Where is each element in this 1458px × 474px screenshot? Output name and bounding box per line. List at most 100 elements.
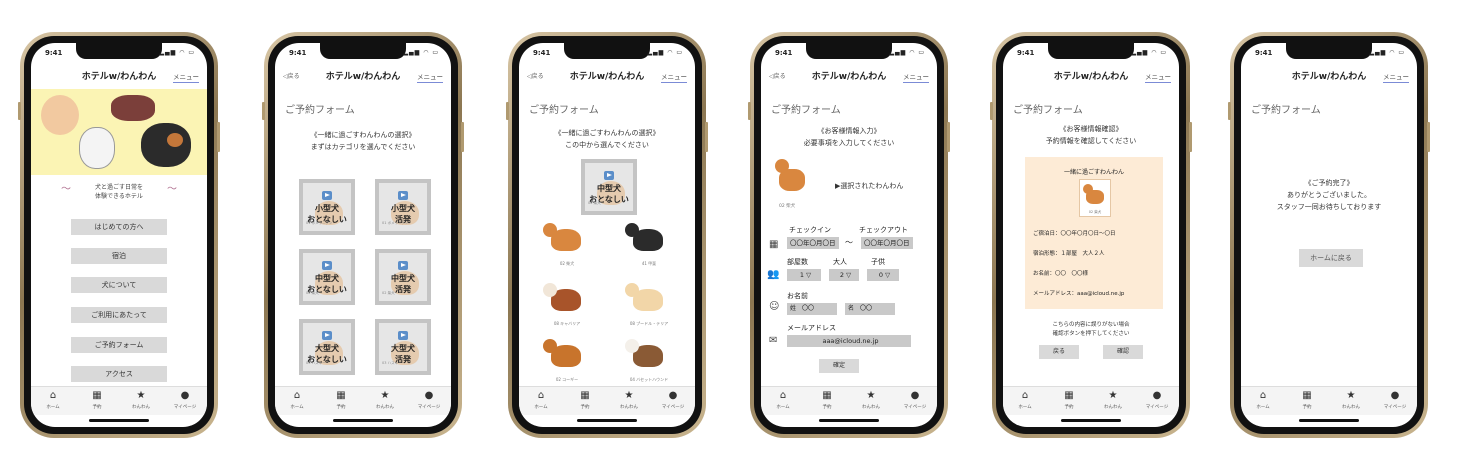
checkin-date-field[interactable]: 〇〇年〇月〇日 bbox=[787, 237, 839, 249]
tab-home[interactable]: ⌂ ホーム bbox=[277, 387, 317, 415]
selected-dog-label[interactable]: ▶選択されたわんわん bbox=[835, 181, 903, 191]
tab-home[interactable]: ⌂ ホーム bbox=[521, 387, 561, 415]
smile-icon: ☺ bbox=[769, 301, 780, 312]
tab-mypage[interactable]: ● マイページ bbox=[1137, 387, 1177, 415]
tab-wanwan[interactable]: ★ わんわん bbox=[1331, 387, 1371, 415]
status-time: 9:41 bbox=[1017, 49, 1035, 57]
tab-reserve[interactable]: ▦ 予約 bbox=[807, 387, 847, 415]
home-icon: ⌂ bbox=[537, 390, 545, 401]
tab-wanwan[interactable]: ★ わんわん bbox=[365, 387, 405, 415]
tab-mypage[interactable]: ● マイページ bbox=[409, 387, 449, 415]
dog-option-shiba[interactable]: 02 柴犬 bbox=[537, 219, 597, 269]
menu-button[interactable]: メニュー bbox=[903, 71, 929, 83]
category-tile-small-active[interactable]: 小型犬 活発 01 ポメラニアン bbox=[375, 179, 431, 235]
star-icon: ★ bbox=[624, 390, 634, 401]
tab-reserve[interactable]: ▦ 予約 bbox=[77, 387, 117, 415]
category-tile-medium-active[interactable]: 中型犬 活発 02 柴犬 bbox=[375, 249, 431, 305]
tab-wanwan[interactable]: ★ わんわん bbox=[609, 387, 649, 415]
home-return-button[interactable]: ホームに戻る bbox=[1299, 249, 1363, 267]
complete-message: 《ご予約完了》 ありがとうございました。 スタッフ一同お待ちしております bbox=[1276, 179, 1382, 211]
intro-text: 《お客様情報入力》 必要事項を入力してください bbox=[803, 127, 895, 147]
rooms-select[interactable]: 1 ▽ bbox=[787, 269, 821, 281]
tab-home[interactable]: ⌂ ホーム bbox=[1243, 387, 1283, 415]
tab-mypage[interactable]: ● マイページ bbox=[165, 387, 205, 415]
screen-complete: 9:41 ▂▄▆ ◠ ▭ ホテルw/わんわん メニュー ご予約フォーム 《ご予約… bbox=[1241, 43, 1417, 427]
category-tile-medium-calm[interactable]: 中型犬 おとなしい 02 柴犬 bbox=[299, 249, 355, 305]
guest-email: メールアドレス：aaa@icloud.ne.jp bbox=[1033, 291, 1125, 297]
tab-bar: ⌂ ホーム ▦ 予約 ★ わんわん ● マイページ bbox=[275, 386, 451, 415]
button-first-time[interactable]: はじめての方へ bbox=[71, 219, 167, 235]
tab-reserve[interactable]: ▦ 予約 bbox=[321, 387, 361, 415]
notch bbox=[1048, 43, 1134, 59]
tab-mypage[interactable]: ● マイページ bbox=[895, 387, 935, 415]
status-icons: ▂▄▆ ◠ ▭ bbox=[403, 49, 439, 56]
dog-option-corgi[interactable]: 02 コーギー bbox=[537, 335, 597, 385]
button-reservation-form[interactable]: ご予約フォーム bbox=[71, 337, 167, 353]
confirmation-card: 一緒に過ごすわんわん 02 柴犬 ご宿泊日：〇〇年〇月〇日〜〇日 宿泊形態：１部… bbox=[1025, 157, 1163, 309]
notch bbox=[806, 43, 892, 59]
person-icon: ● bbox=[910, 390, 920, 401]
tab-mypage[interactable]: ● マイページ bbox=[1375, 387, 1415, 415]
category-tile-small-calm[interactable]: 小型犬 おとなしい 01 ポメラニアン bbox=[299, 179, 355, 235]
menu-button[interactable]: メニュー bbox=[417, 71, 443, 83]
confirm-button[interactable]: 確定 bbox=[819, 359, 859, 373]
button-access[interactable]: アクセス bbox=[71, 366, 167, 382]
play-icon bbox=[322, 331, 332, 340]
tab-reserve[interactable]: ▦ 予約 bbox=[1287, 387, 1327, 415]
menu-button[interactable]: メニュー bbox=[1383, 71, 1409, 83]
dog-option-poodle[interactable]: 08 プードル・テリア bbox=[619, 279, 679, 329]
category-tile-large-calm[interactable]: 大型犬 おとなしい 03 ハスキー bbox=[299, 319, 355, 375]
tab-mypage[interactable]: ● マイページ bbox=[653, 387, 693, 415]
menu-button[interactable]: メニュー bbox=[1145, 71, 1171, 83]
play-icon bbox=[398, 331, 408, 340]
form-heading: ご予約フォーム bbox=[285, 105, 355, 116]
category-tile-large-active[interactable]: 大型犬 活発 03 ハスキー bbox=[375, 319, 431, 375]
tab-home[interactable]: ⌂ ホーム bbox=[763, 387, 803, 415]
back-button[interactable]: 戻る bbox=[1039, 345, 1079, 359]
notch bbox=[76, 43, 162, 59]
dog-option-cavalier[interactable]: 08 キャバリア bbox=[537, 279, 597, 329]
tab-home[interactable]: ⌂ ホーム bbox=[33, 387, 73, 415]
header: ホテルw/わんわん メニュー bbox=[1241, 69, 1417, 85]
tab-bar: ⌂ ホーム ▦ 予約 ★ わんわん ● マイページ bbox=[519, 386, 695, 415]
tagline-line2: 体験できるホテル bbox=[95, 193, 143, 200]
last-name-field[interactable]: 姓 〇〇 bbox=[787, 303, 837, 315]
tab-bar: ⌂ ホーム ▦ 予約 ★ わんわん ● マイページ bbox=[761, 386, 937, 415]
menu-button[interactable]: メニュー bbox=[661, 71, 687, 83]
selected-dog-image bbox=[775, 157, 809, 199]
screen-home: 9:41 ▂▄▆ ◠ ▭ ホテルw/わんわん メニュー 〜 犬と過ごす日常を 体… bbox=[31, 43, 207, 427]
button-about-dogs[interactable]: 犬について bbox=[71, 277, 167, 293]
tab-home[interactable]: ⌂ ホーム bbox=[1005, 387, 1045, 415]
selected-category-tile[interactable]: 中型犬 おとなしい 02 柴犬 bbox=[581, 159, 637, 215]
children-select[interactable]: 0 ▽ bbox=[867, 269, 899, 281]
email-field[interactable]: aaa@icloud.ne.jp bbox=[787, 335, 911, 347]
button-usage[interactable]: ご利用にあたって bbox=[71, 307, 167, 323]
tab-wanwan[interactable]: ★ わんわん bbox=[851, 387, 891, 415]
stay-type: 宿泊形態：１部屋 大人２人 bbox=[1033, 251, 1105, 257]
tab-wanwan[interactable]: ★ わんわん bbox=[1093, 387, 1133, 415]
tab-wanwan[interactable]: ★ わんわん bbox=[121, 387, 161, 415]
checkout-date-field[interactable]: 〇〇年〇月〇日 bbox=[861, 237, 913, 249]
calendar-icon: ▦ bbox=[580, 390, 590, 401]
card-dog-image: 02 柴犬 bbox=[1079, 179, 1111, 217]
header: ◁戻る ホテルw/わんわん メニュー bbox=[275, 69, 451, 85]
first-name-field[interactable]: 名 〇〇 bbox=[845, 303, 895, 315]
adults-select[interactable]: 2 ▽ bbox=[829, 269, 859, 281]
dropdown-icon: ▽ bbox=[885, 271, 891, 279]
header: ◁戻る ホテルw/わんわん メニュー bbox=[519, 69, 695, 85]
confirm-button[interactable]: 確認 bbox=[1103, 345, 1143, 359]
play-icon bbox=[398, 191, 408, 200]
play-icon bbox=[398, 261, 408, 270]
home-indicator bbox=[89, 419, 149, 422]
status-time: 9:41 bbox=[775, 49, 793, 57]
dog-option-kai[interactable]: 41 甲斐 bbox=[619, 219, 679, 269]
menu-button[interactable]: メニュー bbox=[173, 71, 199, 83]
button-stay[interactable]: 宿泊 bbox=[71, 248, 167, 264]
person-icon: ● bbox=[668, 390, 678, 401]
tab-reserve[interactable]: ▦ 予約 bbox=[1049, 387, 1089, 415]
status-time: 9:41 bbox=[45, 49, 63, 57]
dog-option-basset[interactable]: 04 バセットハウンド bbox=[619, 335, 679, 385]
email-label: メールアドレス bbox=[787, 324, 836, 332]
tab-reserve[interactable]: ▦ 予約 bbox=[565, 387, 605, 415]
tab-bar: ⌂ ホーム ▦ 予約 ★ わんわん ● マイページ bbox=[1241, 386, 1417, 415]
